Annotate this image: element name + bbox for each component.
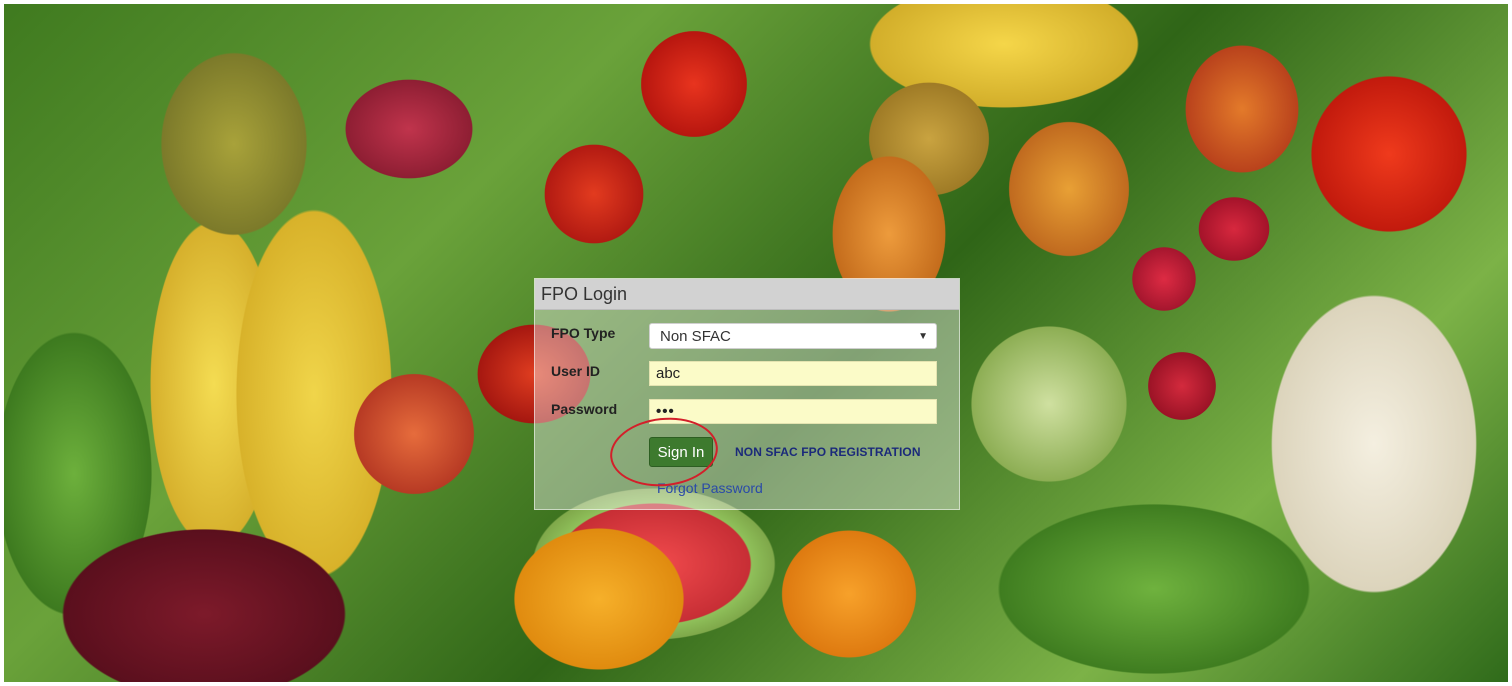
non-sfac-registration-link[interactable]: NON SFAC FPO REGISTRATION xyxy=(735,445,921,459)
user-id-input[interactable]: abc xyxy=(649,361,937,386)
chevron-down-icon: ▼ xyxy=(918,331,928,342)
password-label: Password xyxy=(551,401,618,417)
fpo-type-label: FPO Type xyxy=(551,325,616,341)
login-panel: FPO Login FPO Type Non SFAC ▼ User ID ab… xyxy=(534,278,960,510)
fpo-type-selected-value: Non SFAC xyxy=(660,328,731,345)
login-title: FPO Login xyxy=(535,279,959,310)
user-id-label: User ID xyxy=(551,363,601,379)
fpo-type-select[interactable]: Non SFAC ▼ xyxy=(649,323,937,349)
